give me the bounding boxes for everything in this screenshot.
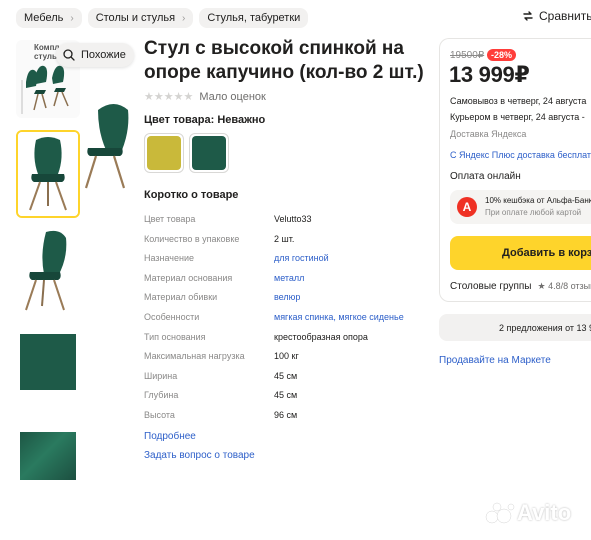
spec-value[interactable]: для гостиной [274, 252, 329, 264]
spec-value: 96 см [274, 410, 298, 420]
breadcrumb-item-tables-chairs[interactable]: Столы и стулья › [87, 8, 194, 28]
ask-question-link[interactable]: Задать вопрос о товаре [144, 450, 255, 461]
alfa-bank-icon: А [457, 197, 477, 217]
chair-front-image [18, 132, 78, 216]
fabric-folded-image [20, 432, 76, 480]
spec-key: Максимальная нагрузка [144, 351, 245, 362]
spec-value: 100 кг [274, 351, 299, 362]
breadcrumb: Мебель › Столы и стулья › Стулья, табуретк… [16, 8, 309, 28]
similar-icon [63, 49, 75, 61]
color-swatch-green[interactable] [189, 133, 229, 173]
product-title: Стул с высокой спинкой на опоре капучино… [144, 38, 424, 83]
spec-value: 45 см [274, 370, 298, 381]
main-product-image[interactable] [84, 100, 134, 190]
chevron-right-icon: › [182, 12, 186, 24]
breadcrumb-item-mebel[interactable]: Мебель › [16, 8, 82, 28]
spec-value[interactable]: мягкая спинка, мягкое сиденье [274, 311, 404, 323]
cashback-subtitle: При оплате любой картой [485, 208, 582, 217]
plus-delivery-link[interactable]: С Яндекс Плюс доставка бесплатно [450, 150, 591, 160]
thumbnail-chair-front[interactable] [16, 130, 80, 218]
spec-key: Цвет товара [144, 214, 196, 224]
spec-key: Материал обивки [144, 292, 218, 303]
thumbnail-fabric-1[interactable] [16, 332, 80, 392]
about-title: Коротко о товаре [144, 189, 239, 201]
spec-value: 45 см [274, 390, 298, 401]
spec-key: Количество в упаковке [144, 233, 240, 244]
compare-button[interactable]: Сравнить [522, 9, 591, 23]
spec-key: Материал основания [144, 272, 233, 283]
chair-side-image [16, 226, 80, 316]
color-label: Цвет товара: Неважно [144, 114, 266, 126]
seller-name: Столовые группы [450, 281, 532, 292]
spec-key: Ширина [144, 370, 178, 381]
seller-rating: ★ 4.8/8 отзывов [537, 281, 591, 291]
spec-key: Глубина [144, 390, 179, 401]
thumbnail-chair-side[interactable] [16, 226, 80, 316]
breadcrumb-item-chairs[interactable]: Стулья, табуретки [199, 8, 309, 28]
color-swatch-mustard[interactable] [144, 133, 184, 173]
avito-watermark: Avito [485, 500, 571, 526]
thumbnail-fabric-2[interactable] [16, 430, 80, 484]
chevron-right-icon: › [70, 12, 74, 24]
spec-key: Высота [144, 410, 175, 420]
delivery-provider: Доставка Яндекса [450, 129, 527, 139]
spec-key: Особенности [144, 312, 200, 322]
add-to-cart-button[interactable]: Добавить в корзину [450, 236, 591, 270]
online-payment: Оплата онлайн [450, 171, 521, 182]
fabric-swatch-image [20, 334, 76, 390]
sell-on-market-link[interactable]: Продавайте на Маркете [439, 355, 551, 366]
chair-main-image [84, 104, 129, 189]
price: 13 999₽ [449, 62, 530, 87]
spec-key: Тип основания [144, 331, 206, 342]
offers-button[interactable]: 2 предложения от 13 999 [439, 314, 591, 341]
discount-badge: -28% [487, 49, 517, 61]
spec-value: 2 шт. [274, 233, 295, 244]
spec-value[interactable]: велюр [274, 291, 300, 303]
more-link[interactable]: Подробнее [144, 431, 196, 442]
rating-stars-icon: ★★★★★ [144, 91, 194, 103]
courier-info: Курьером в четверг, 24 августа - [450, 112, 585, 122]
avito-logo-icon [485, 502, 515, 524]
compare-icon [523, 11, 533, 21]
seller-info[interactable]: Столовые группы ★ 4.8/8 отзывов [450, 281, 591, 292]
kit-label: Компл стуль [34, 43, 60, 61]
old-price: 19500₽ [450, 50, 485, 61]
spec-key: Назначение [144, 253, 195, 264]
rating[interactable]: ★★★★★ Мало оценок [144, 90, 266, 104]
cashback-title: 10% кешбэка от Альфа-Банка [485, 196, 591, 205]
spec-value[interactable]: металл [274, 272, 304, 284]
similar-button[interactable]: Похожие [56, 43, 134, 67]
pickup-info: Самовывоз в четверг, 24 августа [450, 96, 587, 106]
spec-value: Velutto33 [274, 214, 312, 224]
spec-value: крестообразная опора [274, 331, 368, 342]
cashback-banner[interactable]: А 10% кешбэка от Альфа-Банка При оплате … [450, 190, 591, 224]
